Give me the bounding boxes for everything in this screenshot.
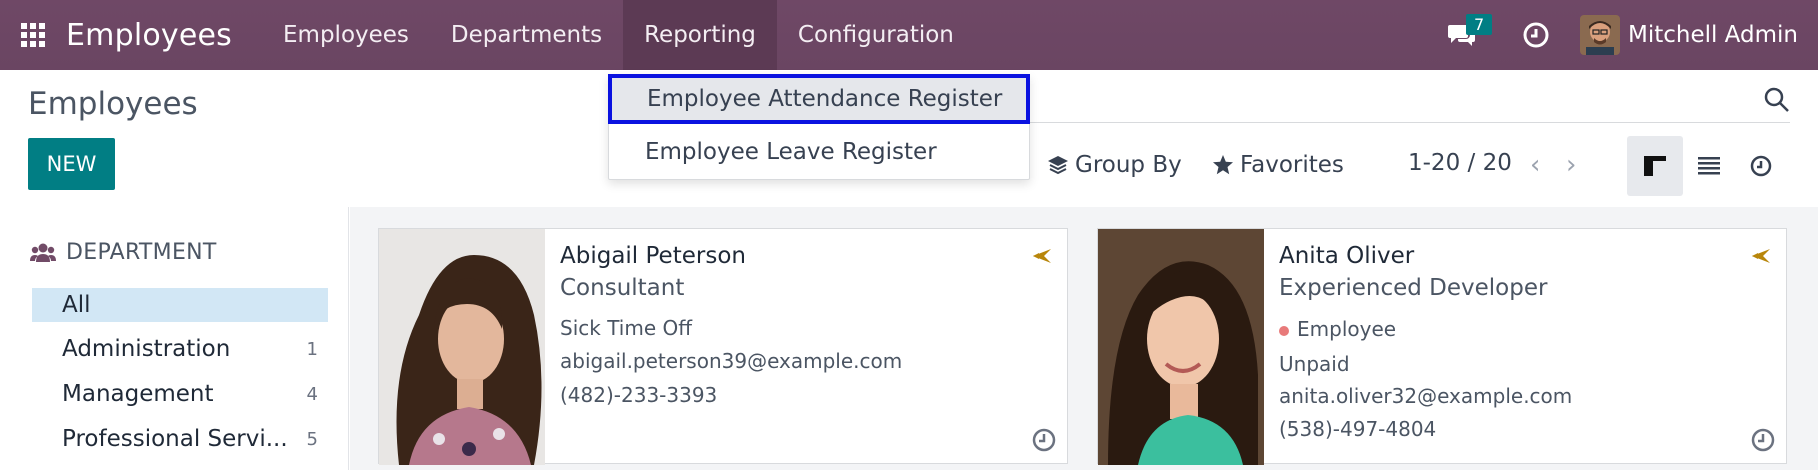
- pager-value[interactable]: 1-20 / 20: [1408, 150, 1512, 176]
- clock-icon[interactable]: [1031, 427, 1057, 453]
- navbar-systray: 7 Mitchell Admin: [1432, 0, 1818, 70]
- employee-card[interactable]: Anita Oliver Experienced Developer Emplo…: [1097, 228, 1787, 465]
- search-input[interactable]: [1030, 122, 1790, 123]
- app-name[interactable]: Employees: [66, 18, 232, 53]
- employee-name: Anita Oliver: [1279, 243, 1415, 269]
- group-by-label: Group By: [1075, 152, 1182, 178]
- employee-email: anita.oliver32@example.com: [1279, 384, 1573, 408]
- sidebar-item-count: 4: [306, 383, 318, 405]
- sidebar-item-label: Administration: [62, 336, 231, 362]
- employee-card[interactable]: Abigail Peterson Consultant Sick Time Of…: [378, 228, 1068, 465]
- menu-item-attendance-register[interactable]: Employee Attendance Register: [608, 74, 1030, 124]
- employee-phone: (538)-497-4804: [1279, 417, 1437, 441]
- sidebar-heading: DEPARTMENT: [30, 240, 217, 265]
- employee-job-title: Consultant: [560, 275, 685, 301]
- clock-icon: [1523, 22, 1549, 48]
- status-dot: [1279, 325, 1289, 336]
- sidebar-item-professional-services[interactable]: Professional Servi... 5: [32, 422, 328, 456]
- employee-photo: [1098, 229, 1264, 465]
- sidebar-item-all[interactable]: All: [32, 288, 328, 322]
- reporting-dropdown-menu: Employee Attendance Register Employee Le…: [608, 74, 1030, 180]
- employee-phone: (482)-233-3393: [560, 383, 718, 407]
- group-by-toggle[interactable]: Group By: [1047, 152, 1182, 178]
- clock-icon[interactable]: [1750, 427, 1776, 453]
- employee-email: abigail.peterson39@example.com: [560, 349, 903, 373]
- apps-grid-icon[interactable]: [0, 0, 66, 70]
- plane-icon: [1752, 249, 1770, 263]
- sidebar-item-count: 5: [306, 428, 318, 450]
- top-navbar: Employees Employees Departments Reportin…: [0, 0, 1818, 70]
- activity-view-icon: [1750, 155, 1772, 177]
- kanban-view-icon: [1644, 156, 1666, 176]
- sidebar-item-label: All: [62, 292, 91, 318]
- activity-view-button[interactable]: [1733, 136, 1789, 196]
- favorites-label: Favorites: [1240, 152, 1344, 178]
- chevron-right-icon[interactable]: ›: [1566, 150, 1576, 180]
- sidebar-item-administration[interactable]: Administration 1: [32, 332, 328, 366]
- list-view-button[interactable]: [1681, 136, 1737, 196]
- employee-status: Sick Time Off: [560, 316, 693, 340]
- employee-status: Unpaid: [1279, 352, 1350, 376]
- menu-departments[interactable]: Departments: [430, 0, 623, 70]
- page-title: Employees: [28, 86, 198, 122]
- sidebar-item-management[interactable]: Management 4: [32, 377, 328, 411]
- chat-count-badge: 7: [1465, 14, 1493, 35]
- menu-item-leave-register[interactable]: Employee Leave Register: [609, 130, 1029, 174]
- employee-name: Abigail Peterson: [560, 243, 746, 269]
- menu-configuration[interactable]: Configuration: [777, 0, 975, 70]
- user-avatar[interactable]: [1579, 15, 1620, 55]
- employee-tag: Employee: [1279, 317, 1396, 341]
- star-icon: [1213, 155, 1233, 175]
- layers-icon: [1048, 156, 1068, 175]
- favorites-toggle[interactable]: Favorites: [1212, 152, 1344, 178]
- chevron-left-icon[interactable]: ‹: [1530, 150, 1540, 180]
- user-name[interactable]: Mitchell Admin: [1628, 22, 1798, 48]
- sidebar-heading-label: DEPARTMENT: [66, 240, 217, 265]
- kanban-view-button[interactable]: [1627, 136, 1683, 196]
- activity-button[interactable]: [1514, 0, 1558, 70]
- sidebar-item-count: 1: [306, 338, 318, 360]
- sidebar-item-label: Management: [62, 381, 214, 407]
- list-view-icon: [1698, 157, 1720, 175]
- messaging-button[interactable]: 7: [1432, 0, 1493, 70]
- sidebar-item-label: Professional Servi...: [62, 426, 288, 452]
- employee-tag-label: Employee: [1297, 317, 1397, 341]
- users-icon: [30, 243, 56, 262]
- new-button[interactable]: NEW: [28, 138, 115, 190]
- employee-photo: [379, 229, 545, 465]
- menu-reporting[interactable]: Reporting: [623, 0, 777, 70]
- employee-job-title: Experienced Developer: [1279, 275, 1548, 301]
- menu-employees[interactable]: Employees: [262, 0, 430, 70]
- search-icon[interactable]: [1763, 86, 1791, 114]
- plane-icon: [1033, 249, 1051, 263]
